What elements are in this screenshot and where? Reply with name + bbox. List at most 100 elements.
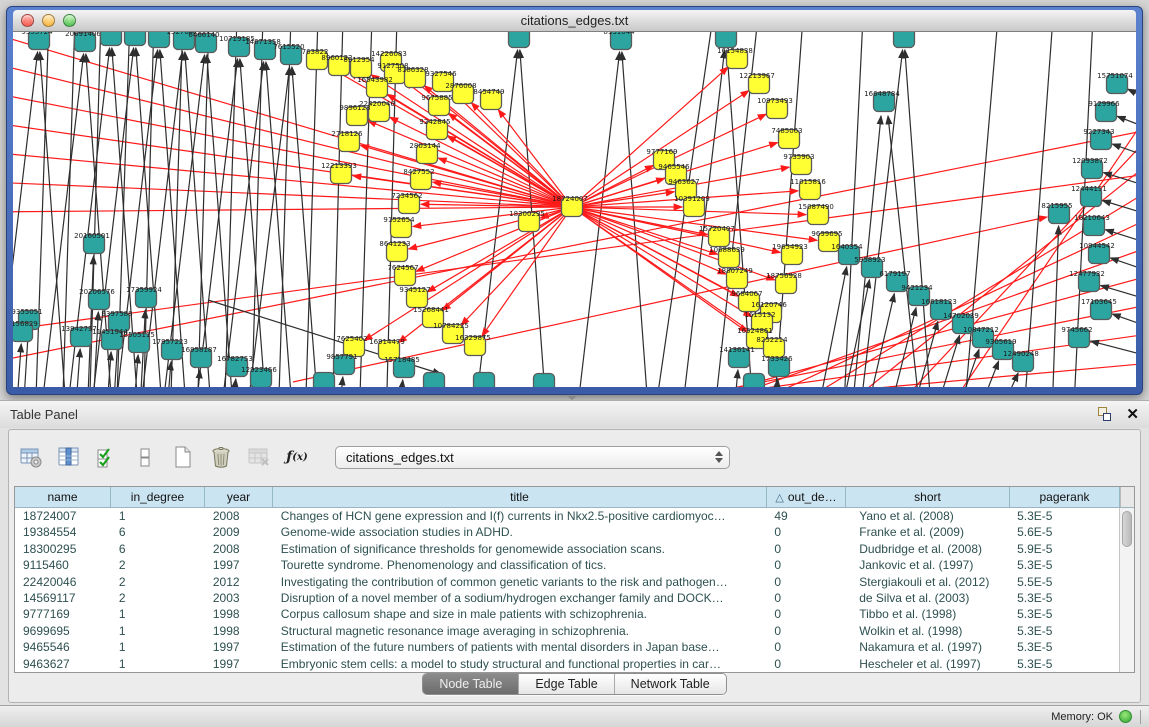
column-header-short[interactable]: short (846, 487, 1010, 507)
cell-year[interactable]: 2009 (205, 524, 273, 540)
graph-node[interactable]: 20160501 (74, 232, 110, 254)
graph-node[interactable]: 17359924 (126, 286, 162, 308)
table-row[interactable]: 1872400712008Changes of HCN gene express… (15, 508, 1119, 524)
graph-node[interactable]: 9675885 (421, 94, 452, 116)
cell-pagerank[interactable]: 5.3E-5 (1009, 639, 1119, 655)
cell-name[interactable]: 18300295 (15, 541, 111, 557)
graph-node[interactable]: 20206576 (79, 288, 115, 310)
cell-year[interactable]: 2012 (205, 574, 273, 590)
graph-node[interactable]: 9227343 (1083, 128, 1114, 150)
cell-pagerank[interactable]: 5.3E-5 (1009, 508, 1119, 524)
cell-title[interactable]: Corpus callosum shape and size in male p… (273, 606, 767, 622)
cell-out_degree[interactable]: 0 (766, 541, 845, 557)
cell-year[interactable]: 1998 (205, 623, 273, 639)
delete-table-icon[interactable] (247, 445, 271, 469)
column-header-pagerank[interactable]: pagerank (1010, 487, 1120, 507)
graph-node[interactable]: 11015816 (790, 178, 826, 200)
graph-node[interactable]: 9152654 (383, 216, 415, 238)
zoom-window-button[interactable] (63, 14, 76, 27)
graph-node[interactable]: 10688639 (709, 246, 745, 268)
graph-node[interactable]: 12444151 (1071, 185, 1107, 207)
select-all-rows-icon[interactable] (95, 445, 119, 469)
network-graph-canvas[interactable]: 1872400793557242069140618660950122421791… (13, 32, 1136, 387)
cell-out_degree[interactable]: 0 (766, 623, 845, 639)
scrollbar-thumb[interactable] (1122, 511, 1132, 547)
graph-node[interactable]: 9242845 (419, 118, 450, 140)
graph-node[interactable]: 20691406 (65, 32, 101, 52)
graph-node[interactable]: 10391209 (674, 195, 710, 217)
cell-name[interactable]: 9463627 (15, 656, 111, 672)
cell-name[interactable]: 14569117 (15, 590, 111, 606)
graph-node[interactable]: 9735903 (783, 153, 814, 175)
graph-node[interactable] (424, 373, 445, 388)
tab-edge-table[interactable]: Edge Table (519, 674, 614, 694)
graph-node[interactable]: 17103645 (1081, 298, 1117, 320)
cell-short[interactable]: Dudbridge et al. (2008) (845, 541, 1009, 557)
cell-in_degree[interactable]: 1 (111, 623, 205, 639)
graph-node[interactable]: 14136141 (719, 346, 755, 368)
cell-out_degree[interactable]: 49 (766, 508, 845, 524)
graph-node[interactable]: 10944542 (1079, 242, 1115, 264)
graph-node[interactable]: 9345127 (399, 286, 430, 308)
graph-node[interactable]: 15718485 (384, 356, 420, 378)
cell-short[interactable]: Tibbo et al. (1998) (845, 606, 1009, 622)
graph-node[interactable]: 8131044 (603, 32, 635, 50)
cell-title[interactable]: Embryonic stem cells: a model to study s… (273, 656, 767, 672)
column-header-name[interactable]: name (15, 487, 111, 507)
cell-in_degree[interactable]: 1 (111, 508, 205, 524)
cell-pagerank[interactable]: 5.9E-5 (1009, 541, 1119, 557)
cell-title[interactable]: Estimation of significance thresholds fo… (273, 541, 767, 557)
graph-node[interactable]: 12477932 (1069, 270, 1105, 292)
cell-pagerank[interactable]: 5.3E-5 (1009, 590, 1119, 606)
cell-in_degree[interactable]: 6 (111, 541, 205, 557)
table-row[interactable]: 977716911998Corpus callosum shape and si… (15, 606, 1119, 622)
cell-year[interactable]: 1998 (205, 606, 273, 622)
show-column-icon[interactable] (57, 445, 81, 469)
graph-node[interactable]: 12093872 (1072, 157, 1108, 179)
cell-out_degree[interactable]: 0 (766, 557, 845, 573)
table-row[interactable]: 969969511998Structural magnetic resonanc… (15, 623, 1119, 639)
graph-node[interactable]: 18807249 (717, 267, 753, 289)
graph-node[interactable]: 18756928 (766, 272, 802, 294)
table-settings-icon[interactable] (19, 445, 43, 469)
table-row[interactable]: 1830029562008Estimation of significance … (15, 541, 1119, 557)
cell-year[interactable]: 2003 (205, 590, 273, 606)
graph-node[interactable]: 9129966 (1088, 100, 1120, 122)
table-selector-dropdown[interactable]: citations_edges.txt (335, 446, 730, 469)
cell-short[interactable]: Stergiakouli et al. (2012) (845, 574, 1009, 590)
graph-node[interactable] (744, 374, 765, 388)
graph-node[interactable]: 15751074 (1097, 72, 1133, 94)
graph-node[interactable]: 12213967 (739, 72, 775, 94)
table-row[interactable]: 2242004622012Investigating the contribut… (15, 574, 1119, 590)
cell-pagerank[interactable]: 5.5E-5 (1009, 574, 1119, 590)
graph-node[interactable]: 19654923 (772, 243, 808, 265)
table-row[interactable]: 1456911722003Disruption of a novel membe… (15, 590, 1119, 606)
cell-title[interactable]: Changes of HCN gene expression and I(f) … (273, 508, 767, 524)
graph-node[interactable] (534, 374, 555, 388)
cell-out_degree[interactable]: 0 (766, 574, 845, 590)
cell-out_degree[interactable]: 0 (766, 524, 845, 540)
float-panel-icon[interactable] (1096, 407, 1112, 422)
cell-name[interactable]: 9465546 (15, 639, 111, 655)
cell-title[interactable]: Estimation of the future numbers of pati… (273, 639, 767, 655)
graph-node[interactable]: 2814604 (886, 32, 918, 48)
column-header-in_degree[interactable]: in_degree (111, 487, 205, 507)
cell-title[interactable]: Disruption of a novel member of a sodium… (273, 590, 767, 606)
close-panel-icon[interactable]: ✕ (1126, 407, 1139, 422)
deselect-rows-icon[interactable] (133, 445, 157, 469)
cell-in_degree[interactable]: 2 (111, 574, 205, 590)
graph-node[interactable]: 8454749 (473, 88, 504, 110)
table-row[interactable]: 946554611997Estimation of the future num… (15, 639, 1119, 655)
cell-out_degree[interactable]: 0 (766, 606, 845, 622)
table-row[interactable]: 911546021997Tourette syndrome. Phenomeno… (15, 557, 1119, 573)
close-window-button[interactable] (21, 14, 34, 27)
graph-node[interactable]: 7615520 (273, 43, 304, 65)
cell-in_degree[interactable]: 1 (111, 656, 205, 672)
cell-year[interactable]: 2008 (205, 508, 273, 524)
column-header-title[interactable]: title (273, 487, 767, 507)
cell-year[interactable]: 2008 (205, 541, 273, 557)
cell-title[interactable]: Genome-wide association studies in ADHD. (273, 524, 767, 540)
cell-short[interactable]: Nakamura et al. (1997) (845, 639, 1009, 655)
cell-in_degree[interactable]: 2 (111, 557, 205, 573)
graph-node[interactable]: 8641233 (379, 240, 410, 262)
